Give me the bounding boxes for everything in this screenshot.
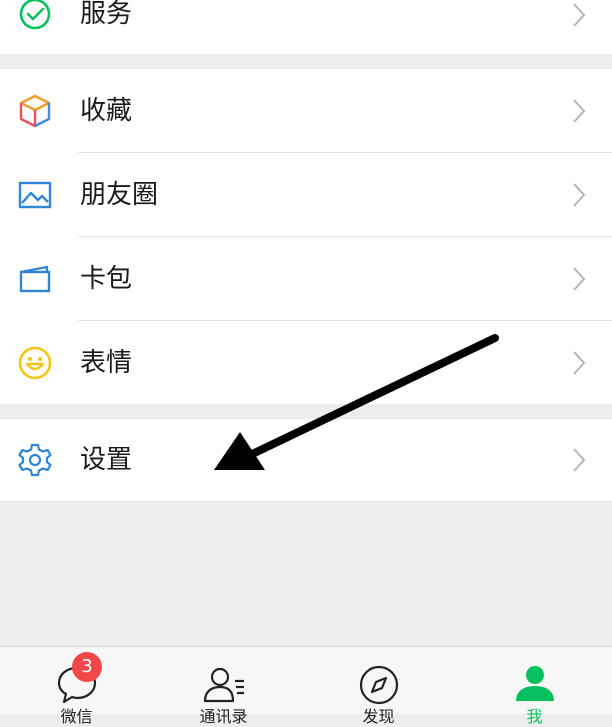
menu-label-cards: 卡包 bbox=[80, 264, 133, 294]
menu-label-moments: 朋友圈 bbox=[80, 180, 159, 210]
menu-label-favorites: 收藏 bbox=[80, 96, 133, 126]
menu-label-stickers: 表情 bbox=[80, 348, 133, 378]
menu-item-settings[interactable]: 设置 bbox=[0, 419, 612, 501]
chevron-right-icon bbox=[572, 2, 586, 28]
chevron-right-icon bbox=[572, 266, 586, 292]
tab-discover[interactable]: 发现 bbox=[302, 647, 455, 726]
menu-item-stickers[interactable]: 表情 bbox=[0, 321, 612, 404]
settings-group: 设置 bbox=[0, 419, 612, 501]
chevron-right-icon bbox=[572, 182, 586, 208]
chevron-right-icon bbox=[572, 350, 586, 376]
tab-label-discover: 发现 bbox=[362, 707, 395, 726]
tab-label-contacts: 通讯录 bbox=[199, 707, 248, 726]
chevron-right-icon bbox=[572, 447, 586, 473]
smiley-icon bbox=[17, 345, 53, 381]
services-icon bbox=[17, 0, 53, 32]
compass-icon bbox=[357, 663, 401, 707]
menu-item-moments[interactable]: 朋友圈 bbox=[0, 153, 612, 237]
contacts-icon bbox=[202, 663, 246, 707]
features-group: 收藏 朋友圈 卡包 表情 bbox=[0, 69, 612, 404]
tab-contacts[interactable]: 通讯录 bbox=[147, 647, 300, 726]
unread-badge: 3 bbox=[72, 652, 102, 682]
wallet-icon bbox=[17, 261, 53, 297]
chevron-right-icon bbox=[572, 98, 586, 124]
menu-item-cards[interactable]: 卡包 bbox=[0, 237, 612, 321]
tab-label-chats: 微信 bbox=[60, 707, 93, 726]
cube-icon bbox=[17, 93, 53, 129]
image-icon bbox=[17, 177, 53, 213]
menu-label-services: 服务 bbox=[80, 0, 133, 29]
gear-icon bbox=[17, 442, 53, 478]
menu-label-settings: 设置 bbox=[80, 445, 133, 475]
services-group: 服务 bbox=[0, 0, 612, 54]
person-icon bbox=[513, 663, 557, 707]
menu-item-favorites[interactable]: 收藏 bbox=[0, 69, 612, 153]
menu-item-services[interactable]: 服务 bbox=[0, 0, 612, 54]
tab-me[interactable]: 我 bbox=[458, 647, 611, 726]
tab-label-me: 我 bbox=[526, 707, 543, 726]
